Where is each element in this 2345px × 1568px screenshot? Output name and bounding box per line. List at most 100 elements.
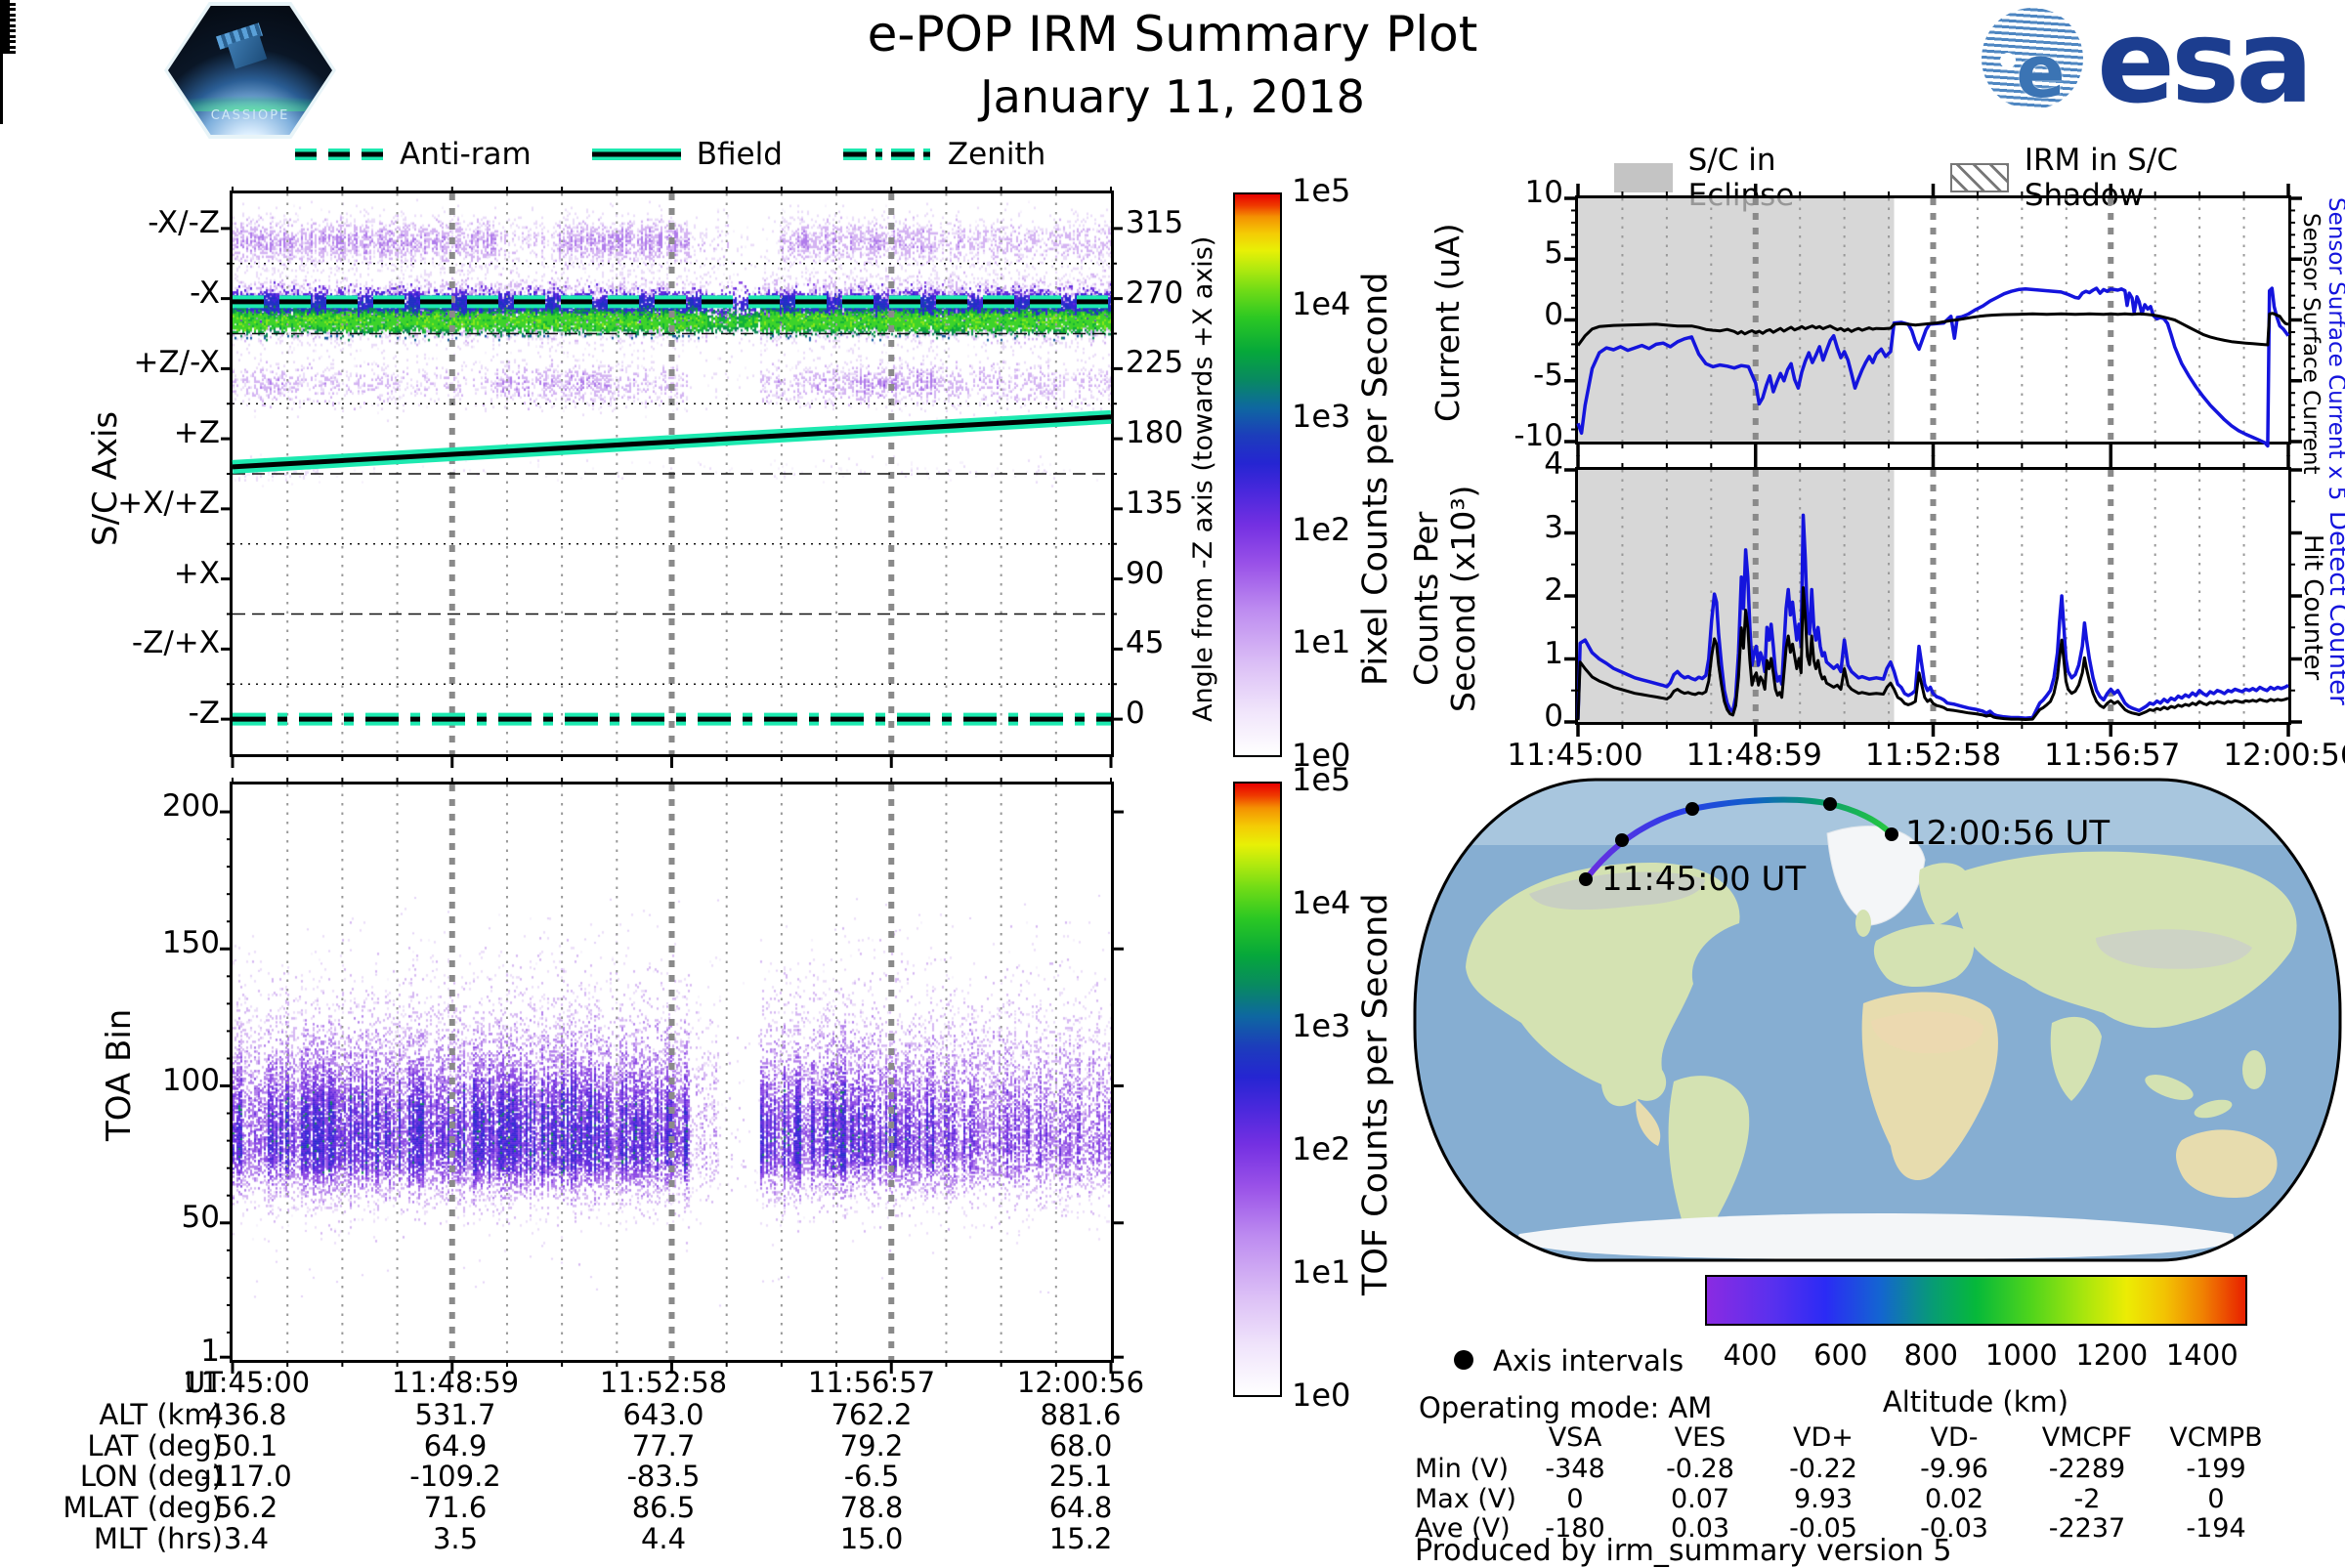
counts-ylabel-line2: Second (x10³) <box>1444 485 1482 713</box>
ephem-cell: 71.6 <box>423 1491 488 1524</box>
legend-label: Anti-ram <box>400 137 532 172</box>
ephem-cell: 68.0 <box>1048 1429 1113 1462</box>
sc-axis-spectrogram-panel <box>221 187 1123 768</box>
ephem-cell: 762.2 <box>831 1398 913 1431</box>
volt-col-VSA: VSA <box>1548 1422 1602 1453</box>
ephem-cell: 11:52:58 <box>599 1366 728 1399</box>
counts-ytick-1: 1 <box>1544 635 1563 671</box>
ephem-cell: 15.0 <box>839 1522 904 1555</box>
ephem-cell: 77.7 <box>631 1429 696 1462</box>
angle-axis-label: Angle from -Z axis (towards +X axis) <box>1188 235 1218 722</box>
ephem-cell: 881.6 <box>1040 1398 1122 1431</box>
cbar-tick-1e5: 1e5 <box>1292 172 1351 209</box>
ephem-cell: 78.8 <box>839 1491 904 1524</box>
ephem-cell: 56.2 <box>214 1491 278 1524</box>
category-label-+Z/-X: +Z/-X <box>133 345 220 381</box>
volt-cell: -0.22 <box>1789 1454 1857 1484</box>
volt-cell: -9.96 <box>1920 1454 1988 1484</box>
cbar-tick-1e4: 1e4 <box>1292 284 1351 322</box>
volt-cell: -2289 <box>2048 1454 2126 1484</box>
category-label-+X/+Z: +X/+Z <box>117 485 220 521</box>
ephem-cell: 436.8 <box>205 1398 287 1431</box>
esa-logo: e esa <box>1982 0 2343 129</box>
sc-axis-ylabel: S/C Axis <box>86 410 125 547</box>
epop-irm-summary-page: CASSIOPE e-POP IRM Summary Plot January … <box>0 0 2345 1568</box>
current-right-label-black: Sensor Surface Current <box>2298 213 2324 475</box>
category-label--X: -X <box>190 275 220 311</box>
volt-cell: -2 <box>2073 1484 2101 1514</box>
current-right-label-blue: Sensor Surface Current x 5 <box>2324 197 2345 501</box>
counts-ytick-0: 0 <box>1544 699 1563 734</box>
current-ytick-5: 5 <box>1544 235 1563 272</box>
counts-ytick-4: 4 <box>1544 446 1563 482</box>
ephem-cell: 531.7 <box>414 1398 496 1431</box>
altbar-tickmark <box>0 65 3 77</box>
ephem-cell: 50.1 <box>214 1429 278 1462</box>
altitude-colorbar <box>1705 1275 2247 1326</box>
tof-counts-colorbar <box>1233 782 1282 1397</box>
cbar-tick-1e1: 1e1 <box>1292 1253 1351 1291</box>
track-end-label: 12:00:56 UT <box>1905 814 2110 853</box>
volt-col-VD+: VD+ <box>1793 1422 1854 1453</box>
counts-ylabel-line1: Counts Per <box>1407 511 1445 687</box>
ephem-cell: 25.1 <box>1048 1460 1113 1493</box>
cbar-tick-1e0: 1e0 <box>1292 1377 1351 1414</box>
esa-globe-dot <box>1999 52 2016 68</box>
ephem-cell: 86.5 <box>631 1491 696 1524</box>
ephem-cell: -6.5 <box>843 1460 900 1493</box>
category-label-+X: +X <box>173 555 220 591</box>
esa-globe-e: e <box>2016 29 2066 109</box>
volt-cell: -199 <box>2186 1454 2246 1484</box>
ephem-cell: 64.9 <box>423 1429 488 1462</box>
solid-line-icon <box>591 148 681 160</box>
current-ytick-10: 10 <box>1524 175 1563 210</box>
volt-col-VD-: VD- <box>1930 1422 1979 1453</box>
esa-logo-text: esa <box>2097 0 2314 129</box>
cbar-tick-1e5: 1e5 <box>1292 761 1351 798</box>
time-tick-11:52:58: 11:52:58 <box>1864 738 2002 773</box>
axis-interval-dot-icon <box>1454 1350 1473 1370</box>
cbar-tick-1e3: 1e3 <box>1292 398 1351 436</box>
volt-cell: -348 <box>1545 1454 1605 1484</box>
cbar-tick-1e2: 1e2 <box>1292 1130 1351 1167</box>
ephem-cell: 64.8 <box>1048 1491 1113 1524</box>
altbar-tickmark <box>0 101 3 112</box>
page-subtitle: January 11, 2018 <box>980 70 1365 123</box>
volt-cell: -0.28 <box>1666 1454 1734 1484</box>
ephem-cell: 11:56:57 <box>807 1366 936 1399</box>
legend-item-anti-ram: Anti-ram <box>293 137 532 172</box>
legend-item-zenith: Zenith <box>841 137 1045 172</box>
volt-cell: -194 <box>2186 1513 2246 1544</box>
altbar-tickmark <box>0 89 3 101</box>
category-label-+Z: +Z <box>173 415 220 451</box>
aurora-art <box>168 72 332 112</box>
time-tick-12:00:56: 12:00:56 <box>2223 738 2345 773</box>
ephem-cell: 79.2 <box>839 1429 904 1462</box>
toa-tick-1: 1 <box>200 1334 220 1370</box>
hatched-swatch-icon <box>1950 163 2009 192</box>
altbar-tickmark <box>0 54 3 65</box>
ephem-cell: 11:45:00 <box>182 1366 311 1399</box>
ephem-cell: 12:00:56 <box>1016 1366 1145 1399</box>
time-tick-11:45:00: 11:45:00 <box>1507 738 1643 773</box>
cbar-tick-1e2: 1e2 <box>1292 510 1351 548</box>
ephem-cell: 643.0 <box>622 1398 704 1431</box>
volt-col-VES: VES <box>1674 1422 1727 1453</box>
current-panel <box>1564 184 2302 456</box>
current-ylabel: Current (uA) <box>1428 223 1467 422</box>
cbar-tick-1e1: 1e1 <box>1292 623 1351 661</box>
axis-legend: Anti-ram Bfield Zenith <box>293 137 1090 172</box>
altbar-tick-1400: 1400 <box>2165 1338 2238 1372</box>
volt-cell: -2237 <box>2048 1513 2126 1544</box>
counts-ytick-3: 3 <box>1544 509 1563 545</box>
ephem-cell: -109.2 <box>409 1460 501 1493</box>
legend-item-bfield: Bfield <box>590 137 783 172</box>
ephem-cell: 4.4 <box>640 1522 687 1555</box>
category-label--Z/+X: -Z/+X <box>131 625 220 661</box>
time-tick-11:56:57: 11:56:57 <box>2044 738 2181 773</box>
pixel-counts-colorbar <box>1233 192 1282 757</box>
toa-spectrogram-panel <box>220 778 1124 1374</box>
pixel-counts-colorbar-title: Pixel Counts per Second <box>1356 272 1395 686</box>
ground-track-map: 11:45:00 UT 12:00:56 UT <box>1412 777 2343 1263</box>
toa-tick-100: 100 <box>161 1062 220 1098</box>
